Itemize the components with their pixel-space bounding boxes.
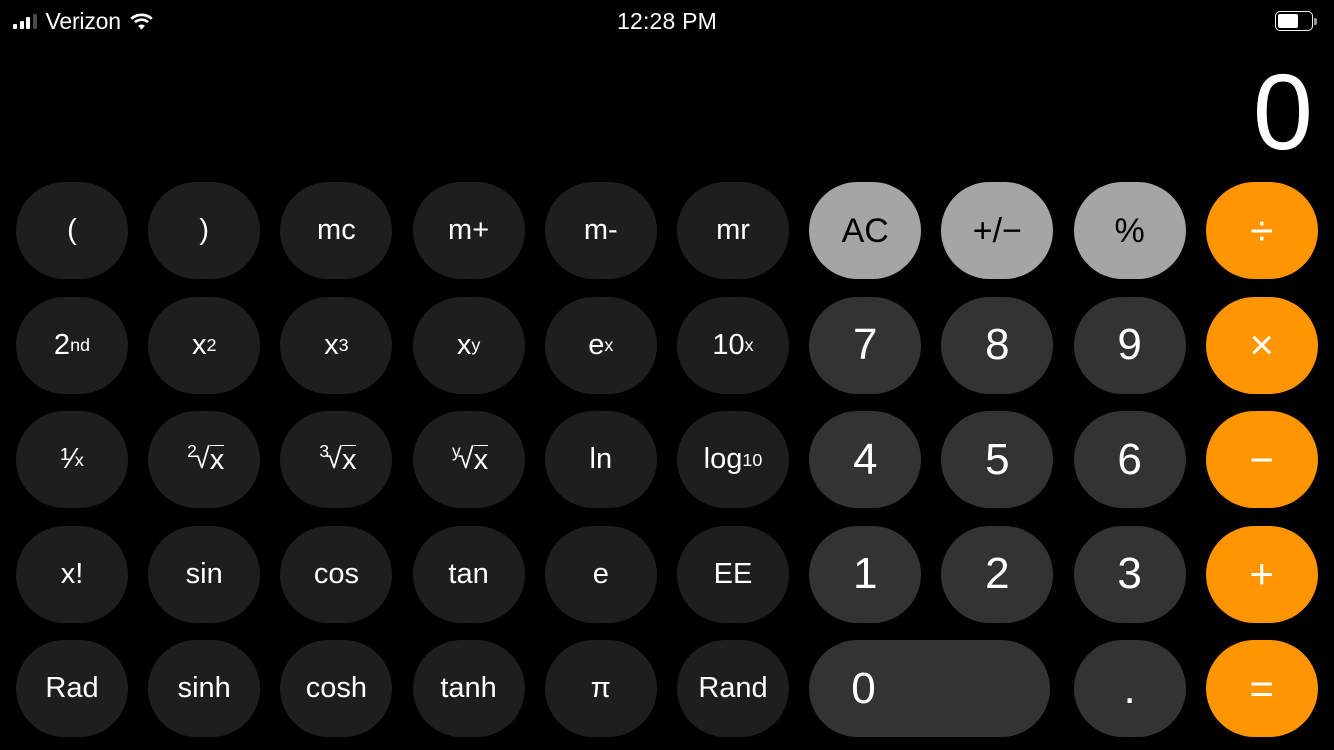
keypad-row-4: x! sin cos tan e EE 1 2 3 + bbox=[16, 525, 1318, 623]
status-bar-center: 12:28 PM bbox=[0, 0, 1334, 42]
status-bar: Verizon 12:28 PM bbox=[0, 0, 1334, 42]
key-y-root[interactable]: y √ x bbox=[412, 411, 525, 508]
key-random[interactable]: Rand bbox=[677, 640, 789, 737]
key-8[interactable]: 8 bbox=[941, 296, 1054, 394]
key-radian-mode[interactable]: Rad bbox=[16, 640, 128, 737]
keypad-row-2: 2nd x 2 x 3 x y e x 10 x 7 8 9 × bbox=[16, 296, 1318, 394]
status-bar-right bbox=[1275, 0, 1317, 42]
key-sine[interactable]: sin bbox=[148, 525, 261, 623]
key-hyperbolic-cosine[interactable]: cosh bbox=[280, 640, 393, 737]
key-x-power-y[interactable]: xy bbox=[412, 296, 525, 394]
key-memory-subtract[interactable]: m- bbox=[544, 182, 657, 279]
key-all-clear[interactable]: AC bbox=[809, 182, 922, 279]
key-2[interactable]: 2 bbox=[941, 525, 1054, 623]
key-1[interactable]: 1 bbox=[809, 525, 922, 623]
key-memory-add[interactable]: m+ bbox=[412, 182, 525, 279]
key-x-squared[interactable]: x2 bbox=[148, 296, 261, 394]
key-sign-toggle[interactable]: +/− bbox=[941, 182, 1054, 279]
key-x-cubed[interactable]: x3 bbox=[280, 296, 393, 394]
key-pi[interactable]: π bbox=[544, 640, 657, 737]
key-factorial[interactable]: x! bbox=[16, 525, 128, 623]
key-cosine[interactable]: cos bbox=[280, 525, 393, 623]
key-hyperbolic-tangent[interactable]: tanh bbox=[412, 640, 525, 737]
key-decimal-point[interactable]: . bbox=[1073, 640, 1186, 737]
key-percent[interactable]: % bbox=[1073, 182, 1186, 279]
key-3[interactable]: 3 bbox=[1073, 525, 1186, 623]
calculator-display: 0 bbox=[0, 51, 1313, 172]
key-log-base-10[interactable]: log 10 bbox=[677, 411, 789, 508]
key-open-paren[interactable]: ( bbox=[16, 182, 128, 279]
key-cube-root[interactable]: 3 √ x bbox=[280, 411, 393, 508]
key-7[interactable]: 7 bbox=[809, 296, 922, 394]
key-euler-number[interactable]: e bbox=[544, 525, 657, 623]
key-exponent[interactable]: EE bbox=[677, 525, 789, 623]
key-4[interactable]: 4 bbox=[809, 411, 922, 508]
key-memory-clear[interactable]: mc bbox=[280, 182, 393, 279]
keypad-row-3: ¹⁄ x 2 √ x 3 √ x y √ x ln log 10 4 5 6− bbox=[16, 411, 1318, 508]
key-multiply[interactable]: × bbox=[1205, 296, 1318, 394]
key-0[interactable]: 0 bbox=[809, 640, 1051, 737]
keypad-row-1: () mc m+ m-mr AC +/−% ÷ bbox=[16, 182, 1318, 279]
key-5[interactable]: 5 bbox=[941, 411, 1054, 508]
key-6[interactable]: 6 bbox=[1073, 411, 1186, 508]
calculator-app: Verizon 12:28 PM 0 () mc m+ m-mr AC +/−% ÷ 2 n bbox=[0, 0, 1334, 750]
key-natural-log[interactable]: ln bbox=[544, 411, 657, 508]
key-add[interactable]: + bbox=[1205, 525, 1318, 623]
key-divide[interactable]: ÷ bbox=[1205, 182, 1318, 279]
battery-icon bbox=[1275, 11, 1317, 31]
key-second-function[interactable]: 2nd bbox=[16, 296, 128, 394]
key-memory-recall[interactable]: mr bbox=[677, 182, 789, 279]
key-e-power-x[interactable]: ex bbox=[544, 296, 657, 394]
key-reciprocal[interactable]: ¹⁄ x bbox=[16, 411, 128, 508]
calculator-keypad: () mc m+ m-mr AC +/−% ÷ 2nd x 2 x 3 x y e x 10 x 7 8 9 × ¹⁄ x 2 √… bbox=[16, 182, 1318, 746]
clock-label: 12:28 PM bbox=[616, 7, 718, 34]
key-subtract[interactable]: − bbox=[1205, 411, 1318, 508]
keypad-row-5: Rad sinh cosh tanh π Rand 0. = bbox=[16, 640, 1318, 737]
key-hyperbolic-sine[interactable]: sinh bbox=[148, 640, 261, 737]
key-9[interactable]: 9 bbox=[1073, 296, 1186, 394]
key-equals[interactable]: = bbox=[1205, 640, 1318, 737]
key-ten-power-x[interactable]: 10 x bbox=[677, 296, 789, 394]
key-close-paren[interactable]: ) bbox=[148, 182, 261, 279]
key-tangent[interactable]: tan bbox=[412, 525, 525, 623]
key-square-root[interactable]: 2 √ x bbox=[148, 411, 261, 508]
display-value: 0 bbox=[1252, 51, 1313, 172]
